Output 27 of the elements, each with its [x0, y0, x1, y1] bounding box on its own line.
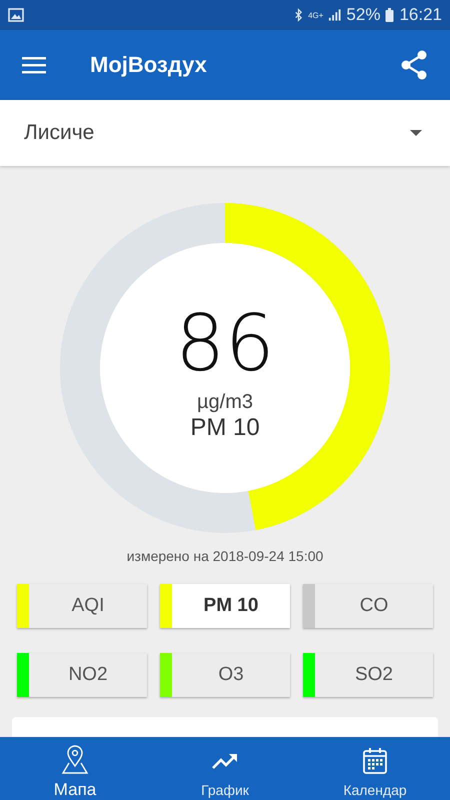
pollutant-tab[interactable]: AQI	[17, 584, 147, 628]
menu-icon[interactable]	[22, 56, 46, 74]
dropdown-caret-icon	[410, 130, 422, 136]
reading-value: 86	[175, 304, 275, 382]
share-icon[interactable]	[400, 50, 428, 80]
battery-icon	[385, 8, 394, 22]
reading-unit: µg/m3	[197, 390, 253, 414]
pollutant-name: PM 10	[190, 414, 260, 442]
location-dropdown[interactable]: Лисиче	[0, 100, 450, 166]
pollutant-tab[interactable]: CO	[303, 584, 433, 628]
nav-item[interactable]: Мапа	[0, 737, 150, 800]
image-icon	[8, 8, 24, 22]
measured-time: измерено на 2018-09-24 15:00	[126, 548, 324, 564]
app-title: МојВоздух	[90, 52, 208, 78]
pollutant-tab[interactable]: SO2	[303, 653, 433, 697]
nav-item[interactable]: Календар	[300, 737, 450, 800]
pollutant-tab[interactable]: NO2	[17, 653, 147, 697]
nav-item[interactable]: График	[150, 737, 300, 800]
map-pin-icon	[61, 744, 89, 774]
network-type: 4G+	[308, 10, 324, 20]
pollutant-tab[interactable]: O3	[160, 653, 290, 697]
bluetooth-icon	[294, 8, 304, 22]
clock: 16:21	[399, 5, 442, 25]
battery-percent: 52%	[346, 5, 380, 25]
signal-icon	[328, 9, 342, 21]
pollutant-tab[interactable]: PM 10	[160, 584, 290, 628]
calendar-icon	[361, 746, 389, 776]
